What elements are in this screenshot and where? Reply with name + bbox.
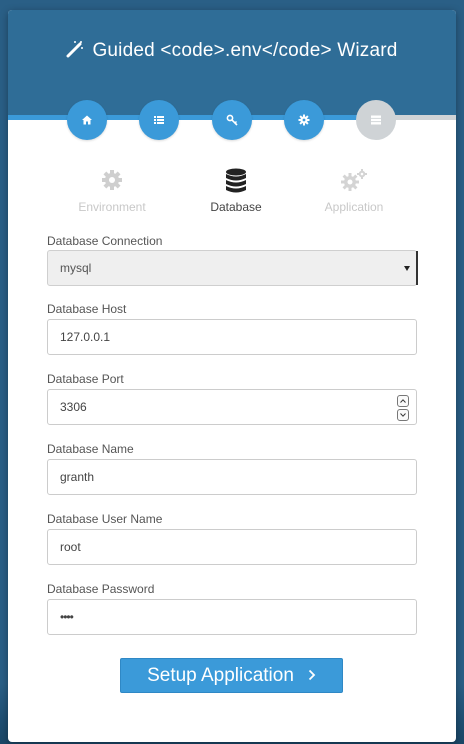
chevron-down-icon	[404, 265, 410, 271]
database-user-input[interactable]: root	[47, 529, 417, 565]
tab-environment[interactable]: Environment	[42, 168, 182, 214]
home-icon	[82, 115, 92, 125]
database-connection-label: Database Connection	[47, 234, 163, 248]
chevron-up-icon	[400, 399, 406, 403]
decrement-button[interactable]	[397, 409, 409, 421]
port-spinner[interactable]	[397, 395, 409, 421]
database-host-label: Database Host	[47, 302, 127, 316]
chevron-right-icon	[308, 665, 316, 687]
chevron-down-icon	[400, 413, 406, 417]
database-password-label: Database Password	[47, 582, 155, 596]
setup-application-button[interactable]: Setup Application	[120, 658, 343, 693]
magic-wand-icon	[66, 40, 84, 64]
wizard-title-row: Guided <code>.env</code> Wizard	[8, 40, 456, 64]
database-password-value: ••••	[60, 610, 74, 624]
tab-application-label: Application	[324, 200, 384, 214]
tab-application[interactable]: Application	[284, 168, 424, 214]
gear-icon	[298, 114, 310, 126]
step-permissions[interactable]	[212, 100, 252, 140]
database-connection-select[interactable]: mysql	[47, 250, 418, 286]
database-password-input[interactable]: ••••	[47, 599, 417, 635]
setup-application-label: Setup Application	[147, 664, 294, 686]
wizard-title: Guided <code>.env</code> Wizard	[92, 40, 398, 61]
increment-button[interactable]	[397, 395, 409, 407]
database-port-input[interactable]: 3306	[47, 389, 417, 425]
tab-database-label: Database	[210, 200, 262, 214]
step-final[interactable]	[356, 100, 396, 140]
step-environment[interactable]	[284, 100, 324, 140]
step-requirements[interactable]	[139, 100, 179, 140]
step-home[interactable]	[67, 100, 107, 140]
database-port-label: Database Port	[47, 372, 124, 386]
database-user-label: Database User Name	[47, 512, 163, 526]
gears-icon	[284, 168, 424, 196]
gear-icon	[42, 168, 182, 196]
list-icon	[154, 116, 164, 124]
database-user-value: root	[60, 540, 81, 554]
tab-environment-label: Environment	[78, 200, 146, 214]
wizard-card: Guided <code>.env</code> Wizard Environm…	[8, 10, 456, 742]
server-icon	[371, 115, 381, 125]
database-name-value: granth	[60, 470, 95, 484]
select-edge	[416, 251, 418, 285]
database-host-input[interactable]: 127.0.0.1	[47, 319, 417, 355]
database-host-value: 127.0.0.1	[60, 330, 111, 344]
database-connection-value: mysql	[60, 261, 92, 275]
database-port-value: 3306	[60, 400, 87, 414]
database-name-label: Database Name	[47, 442, 134, 456]
database-name-input[interactable]: granth	[47, 459, 417, 495]
key-icon	[226, 114, 238, 126]
